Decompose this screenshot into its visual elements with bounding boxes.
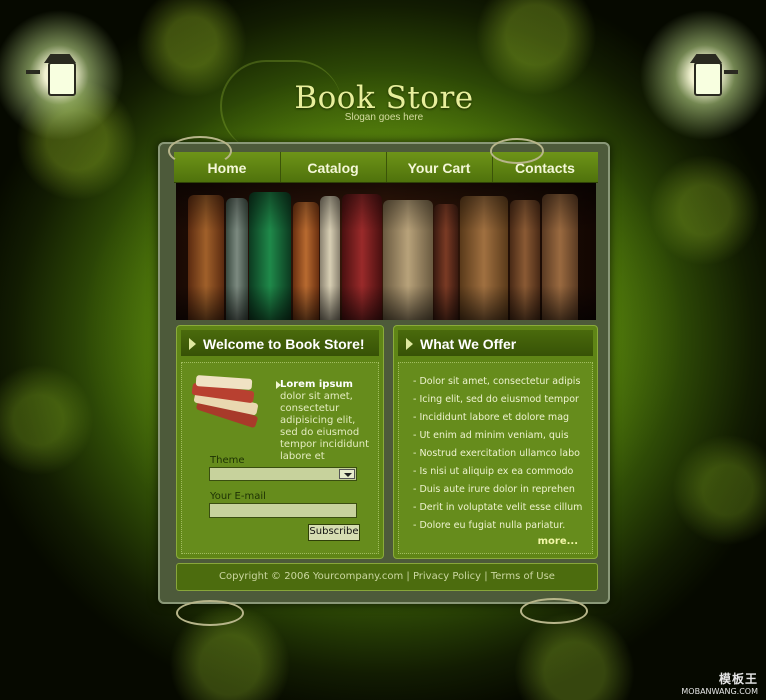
lamp-right-icon — [640, 10, 766, 140]
rope-decoration — [176, 600, 244, 626]
offer-item[interactable]: Dolor sit amet, consectetur adipis — [413, 373, 591, 391]
intro-body: dolor sit amet, consectetur adipisicing … — [280, 391, 370, 462]
footer-separator: | — [403, 571, 413, 582]
rope-decoration — [168, 136, 232, 166]
intro-bold: Lorem ipsum — [280, 379, 353, 390]
subscribe-button[interactable]: Subscribe — [308, 524, 360, 541]
terms-of-use-link[interactable]: Terms of Use — [491, 571, 555, 582]
offer-content: Dolor sit amet, consectetur adipis Icing… — [398, 362, 593, 554]
offer-item[interactable]: Is nisi ut aliquip ex ea commodo — [413, 463, 591, 481]
offer-item[interactable]: Incididunt labore et dolore mag — [413, 409, 591, 427]
footer: Copyright © 2006 Yourcompany.com | Priva… — [176, 563, 598, 591]
offer-item[interactable]: Icing elit, sed do eiusmod tempor — [413, 391, 591, 409]
email-label: Your E-mail — [210, 491, 266, 502]
offer-list: Dolor sit amet, consectetur adipis Icing… — [413, 373, 591, 535]
watermark: 模板王 MOBANWANG.COM — [681, 670, 758, 696]
copyright-text: Copyright © 2006 Yourcompany.com — [219, 571, 404, 582]
bookshelf-banner — [176, 183, 596, 320]
more-link[interactable]: more... — [538, 536, 578, 547]
lamp-left-icon — [0, 10, 124, 140]
watermark-main: 模板王 — [718, 672, 758, 686]
offer-item[interactable]: Derit in voluptate velit esse cillum — [413, 499, 591, 517]
welcome-panel: Welcome to Book Store! Lorem ipsum dolor… — [176, 325, 384, 559]
site-title: Book Store — [294, 80, 474, 116]
welcome-heading: Welcome to Book Store! — [181, 330, 379, 356]
welcome-content: Lorem ipsum dolor sit amet, consectetur … — [181, 362, 379, 554]
nav-catalog[interactable]: Catalog — [280, 152, 387, 182]
theme-select[interactable] — [209, 467, 357, 481]
book-stack-image — [191, 371, 270, 431]
nav-your-cart[interactable]: Your Cart — [386, 152, 493, 182]
theme-label: Theme — [210, 455, 245, 466]
offer-item[interactable]: Ut enim ad minim veniam, quis — [413, 427, 591, 445]
offer-item[interactable]: Nostrud exercitation ullamco labo — [413, 445, 591, 463]
rope-decoration — [490, 138, 544, 164]
privacy-policy-link[interactable]: Privacy Policy — [413, 571, 481, 582]
offer-item[interactable]: Duis aute irure dolor in reprehen — [413, 481, 591, 499]
intro-text: Lorem ipsum dolor sit amet, consectetur … — [280, 379, 372, 463]
offer-heading: What We Offer — [398, 330, 593, 356]
site-logo[interactable]: Book Store Slogan goes here — [286, 80, 482, 123]
offer-panel: What We Offer Dolor sit amet, consectetu… — [393, 325, 598, 559]
watermark-sub: MOBANWANG.COM — [681, 687, 758, 696]
email-field[interactable] — [209, 503, 357, 518]
footer-separator: | — [481, 571, 491, 582]
chevron-down-icon[interactable] — [339, 469, 355, 479]
rope-decoration — [520, 598, 588, 624]
offer-item[interactable]: Dolore eu fugiat nulla pariatur. — [413, 517, 591, 535]
